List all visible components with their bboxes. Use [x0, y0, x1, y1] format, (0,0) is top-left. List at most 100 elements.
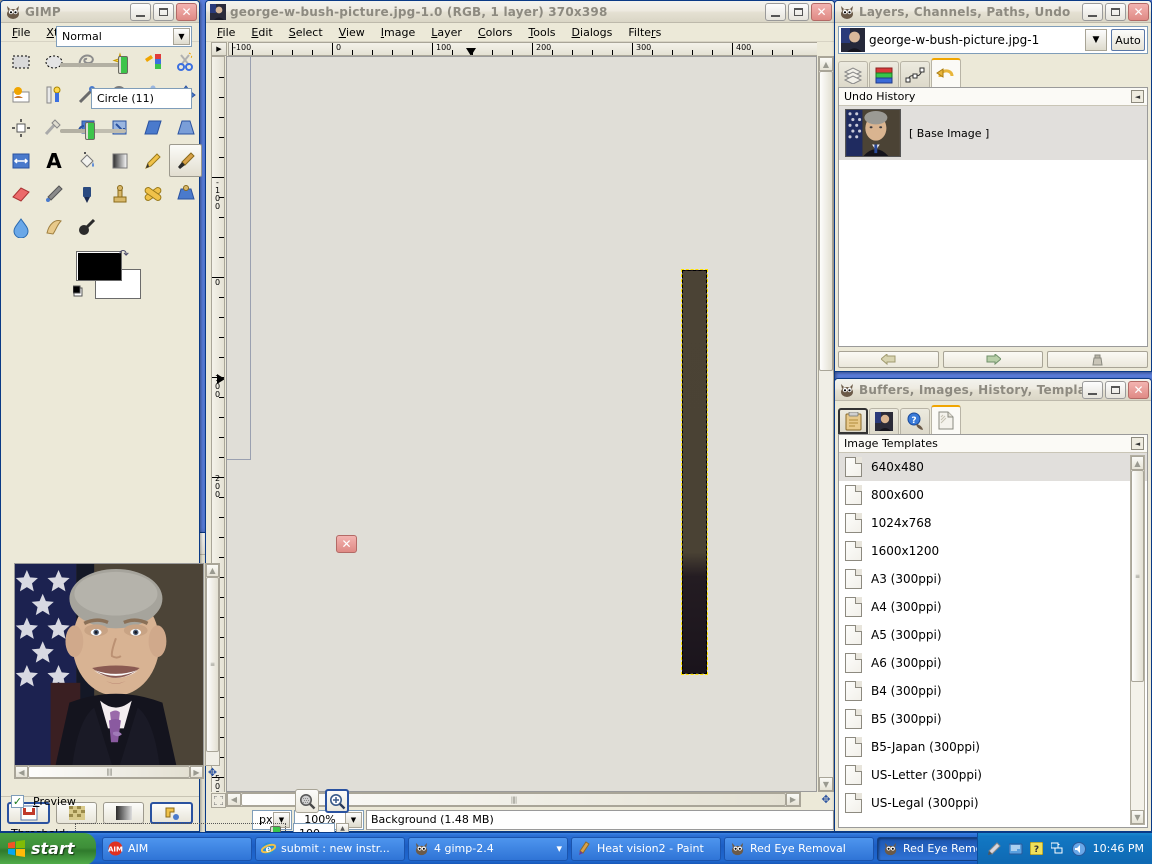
tool-scissors-select[interactable]	[169, 45, 202, 78]
tool-dodge-burn[interactable]	[70, 210, 103, 243]
preview-navigate-button[interactable]: ✥	[205, 765, 220, 779]
taskbar-clock[interactable]: 10:46 PM	[1093, 842, 1144, 855]
messenger-icon[interactable]	[1008, 842, 1023, 856]
template-item-6[interactable]: A5 (300ppi)	[839, 621, 1147, 649]
redo-button[interactable]	[942, 351, 1044, 368]
tab-document-history[interactable]: ?	[900, 408, 930, 434]
tool-airbrush[interactable]	[37, 177, 70, 210]
scale-slider[interactable]	[60, 122, 126, 140]
templates-collapse-icon[interactable]: ◄	[1131, 437, 1144, 450]
image-menu-dialogs[interactable]: Dialogs	[565, 24, 620, 41]
toolbox-maximize-button[interactable]	[153, 2, 174, 21]
layers-dock-titlebar[interactable]: Layers, Channels, Paths, Undo ✕	[835, 1, 1151, 23]
tool-blend[interactable]	[103, 144, 136, 177]
toolbox-titlebar[interactable]: GIMP ✕	[1, 1, 199, 23]
tool-ink[interactable]	[70, 177, 103, 210]
template-item-8[interactable]: B4 (300ppi)	[839, 677, 1147, 705]
taskbar-item-redeye-2[interactable]: Red Eye Removal	[877, 836, 977, 861]
volume-icon[interactable]	[1071, 841, 1086, 856]
tab-channels[interactable]	[869, 61, 899, 87]
tool-heal[interactable]	[136, 177, 169, 210]
auto-button[interactable]: Auto	[1111, 29, 1145, 51]
image-minimize-button[interactable]	[765, 2, 786, 21]
tab-layers[interactable]	[838, 61, 868, 87]
template-item-9[interactable]: B5 (300ppi)	[839, 705, 1147, 733]
layers-maximize-button[interactable]	[1105, 2, 1126, 21]
taskbar-item-redeye-1[interactable]: Red Eye Removal	[724, 836, 874, 861]
image-menu-tools[interactable]: Tools	[521, 24, 562, 41]
tool-paths[interactable]	[37, 78, 70, 111]
image-menu-file[interactable]: File	[210, 24, 242, 41]
tool-text[interactable]: A	[37, 144, 70, 177]
taskbar-group-chevron-icon[interactable]: ▾	[556, 842, 562, 855]
taskbar-item-paint[interactable]: Heat vision2 - Paint	[571, 836, 721, 861]
network-icon[interactable]	[1051, 842, 1065, 856]
pen-icon[interactable]	[988, 842, 1002, 856]
preview-image[interactable]	[14, 563, 204, 766]
preview-checkbox[interactable]: ✓	[11, 794, 24, 808]
clear-history-button[interactable]	[1047, 351, 1149, 368]
tool-foreground-select[interactable]	[4, 78, 37, 111]
template-item-0[interactable]: 640x480	[839, 453, 1147, 481]
taskbar-item-browser[interactable]: e submit : new instr...	[255, 836, 405, 861]
tab-undo-history[interactable]	[931, 58, 961, 87]
image-selector-chevron-down-icon[interactable]: ▼	[1085, 29, 1107, 51]
image-close-button[interactable]: ✕	[811, 2, 832, 21]
template-item-11[interactable]: US-Letter (300ppi)	[839, 761, 1147, 789]
templates-maximize-button[interactable]	[1105, 380, 1126, 399]
templates-scrollbar[interactable]: ▲ ≡ ▼	[1130, 455, 1145, 825]
image-window-titlebar[interactable]: george-w-bush-picture.jpg-1.0 (RGB, 1 la…	[206, 1, 834, 23]
image-menu-select[interactable]: Select	[282, 24, 330, 41]
image-selector-combo[interactable]: george-w-bush-picture.jpg-1 ▼ Auto	[838, 26, 1148, 54]
tab-templates[interactable]	[931, 405, 961, 434]
tool-perspective-clone[interactable]	[169, 177, 202, 210]
tool-perspective[interactable]	[169, 111, 202, 144]
image-menu-filters[interactable]: Filters	[621, 24, 668, 41]
template-item-3[interactable]: 1600x1200	[839, 537, 1147, 565]
tool-rect-select[interactable]	[4, 45, 37, 78]
template-item-1[interactable]: 800x600	[839, 481, 1147, 509]
taskbar-item-gimp-group[interactable]: 4 gimp-2.4 ▾	[408, 836, 568, 861]
tool-free-select[interactable]	[70, 45, 103, 78]
preview-horizontal-scrollbar[interactable]: ◀ |||| ▶	[14, 765, 204, 779]
template-item-7[interactable]: A6 (300ppi)	[839, 649, 1147, 677]
dialog-close-button[interactable]: ✕	[336, 534, 357, 553]
chevron-down-icon[interactable]: ▼	[173, 28, 190, 45]
layers-minimize-button[interactable]	[1082, 2, 1103, 21]
image-menu-colors[interactable]: Colors	[471, 24, 519, 41]
layers-close-button[interactable]: ✕	[1128, 2, 1149, 21]
image-maximize-button[interactable]	[788, 2, 809, 21]
image-menu-layer[interactable]: Layer	[424, 24, 469, 41]
reset-colors-icon[interactable]	[73, 283, 89, 299]
brush-name-field[interactable]: Circle (11)	[91, 87, 192, 109]
image-templates-list[interactable]: 640x480 800x600 1024x768 1600x1200 A3 (3…	[839, 453, 1147, 827]
tool-scale[interactable]	[103, 111, 136, 144]
templates-minimize-button[interactable]	[1082, 380, 1103, 399]
template-item-4[interactable]: A3 (300ppi)	[839, 565, 1147, 593]
canvas-vertical-scrollbar[interactable]: ▲ ▼	[818, 56, 834, 792]
tool-select-by-color[interactable]	[136, 45, 169, 78]
tool-eraser[interactable]	[4, 177, 37, 210]
tool-paintbrush[interactable]	[169, 144, 202, 177]
mode-combo[interactable]: Normal ▼	[56, 26, 192, 47]
templates-close-button[interactable]: ✕	[1128, 380, 1149, 399]
template-item-5[interactable]: A4 (300ppi)	[839, 593, 1147, 621]
swap-colors-icon[interactable]: ↷	[119, 247, 129, 261]
tool-crop[interactable]	[37, 111, 70, 144]
opacity-slider[interactable]	[60, 56, 128, 74]
undo-button[interactable]	[838, 351, 939, 368]
image-menu-view[interactable]: View	[332, 24, 372, 41]
foreground-color-swatch[interactable]	[76, 251, 122, 281]
preview-vertical-scrollbar[interactable]: ▲ ≡	[205, 563, 220, 766]
template-item-2[interactable]: 1024x768	[839, 509, 1147, 537]
image-menu-image[interactable]: Image	[374, 24, 422, 41]
template-item-10[interactable]: B5-Japan (300ppi)	[839, 733, 1147, 761]
tab-images[interactable]	[869, 408, 899, 434]
tool-smudge[interactable]	[37, 210, 70, 243]
tool-bucket-fill[interactable]	[70, 144, 103, 177]
undo-history-item[interactable]: [ Base Image ]	[839, 106, 1147, 160]
template-item-12[interactable]: US-Legal (300ppi)	[839, 789, 1147, 817]
navigation-preview-button[interactable]: ✥	[818, 792, 834, 807]
help-icon[interactable]: ?	[1030, 842, 1044, 856]
undo-history-collapse-icon[interactable]: ◄	[1131, 90, 1144, 103]
